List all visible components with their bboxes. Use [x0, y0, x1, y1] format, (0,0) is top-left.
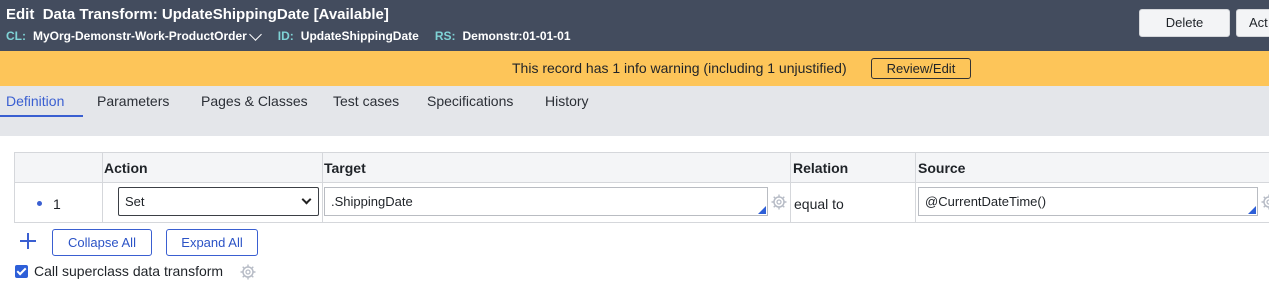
target-value: .ShippingDate — [331, 194, 413, 209]
title-prefix: Edit — [6, 6, 35, 23]
cl-key: CL: — [6, 29, 26, 43]
review-edit-button[interactable]: Review/Edit — [871, 58, 971, 79]
column-divider — [102, 153, 103, 223]
column-header-relation: Relation — [793, 160, 849, 176]
superclass-gear-icon[interactable] — [240, 264, 256, 280]
record-meta: CL: MyOrg-Demonstr-Work-ProductOrder ID:… — [6, 27, 587, 43]
grid-header — [15, 153, 1269, 183]
source-gear-icon[interactable] — [1261, 194, 1269, 210]
tab-history[interactable]: History — [545, 93, 589, 109]
tab-bar: Definition Parameters Pages & Classes Te… — [0, 86, 1269, 136]
row-number: 1 — [53, 196, 61, 212]
action-select-value: Set — [125, 194, 145, 209]
target-input[interactable]: .ShippingDate — [324, 187, 768, 216]
action-select[interactable]: Set — [118, 187, 319, 216]
tab-definition[interactable]: Definition — [6, 93, 64, 109]
chevron-down-icon — [301, 194, 312, 205]
warning-banner: This record has 1 info warning (includin… — [0, 51, 1269, 86]
ruleset-value: Demonstr:01-01-01 — [462, 29, 571, 43]
relation-value: equal to — [794, 196, 844, 212]
collapse-all-button[interactable]: Collapse All — [52, 229, 152, 256]
tab-parameters[interactable]: Parameters — [97, 93, 169, 109]
superclass-label: Call superclass data transform — [34, 263, 224, 279]
column-header-source: Source — [918, 160, 966, 176]
column-header-action: Action — [104, 160, 148, 176]
id-value: UpdateShippingDate — [300, 29, 419, 43]
add-row-icon[interactable] — [20, 233, 36, 249]
id-key: ID: — [277, 29, 294, 43]
source-input[interactable]: @CurrentDateTime() — [918, 187, 1258, 216]
tab-pages-classes[interactable]: Pages & Classes — [201, 93, 308, 109]
row-bullet — [37, 201, 42, 206]
actions-button[interactable]: Act — [1236, 9, 1269, 37]
expand-all-button[interactable]: Expand All — [166, 229, 258, 256]
source-value: @CurrentDateTime() — [925, 194, 1047, 209]
record-title: Edit Data Transform: UpdateShippingDate … — [6, 6, 389, 23]
delete-button[interactable]: Delete — [1139, 9, 1230, 37]
column-header-target: Target — [324, 160, 366, 176]
autocomplete-corner-icon — [1248, 206, 1256, 214]
column-divider — [322, 153, 323, 223]
target-gear-icon[interactable] — [771, 194, 787, 210]
column-divider — [915, 153, 916, 223]
rs-key: RS: — [434, 29, 456, 43]
superclass-checkbox[interactable] — [15, 265, 28, 278]
column-divider — [790, 153, 791, 223]
class-link[interactable]: MyOrg-Demonstr-Work-ProductOrder — [33, 29, 247, 43]
active-tab-indicator — [0, 115, 83, 117]
warning-message: This record has 1 info warning (includin… — [512, 60, 847, 76]
tab-test-cases[interactable]: Test cases — [333, 93, 399, 109]
record-name: Data Transform: UpdateShippingDate — [42, 6, 310, 23]
transform-grid: Action Target Relation Source 1 Set .Shi… — [14, 152, 1269, 223]
record-header: Edit Data Transform: UpdateShippingDate … — [0, 0, 1269, 51]
availability-badge: [Available] — [313, 6, 389, 23]
chevron-down-icon[interactable] — [248, 27, 262, 41]
tab-specifications[interactable]: Specifications — [427, 93, 513, 109]
autocomplete-corner-icon — [758, 206, 766, 214]
